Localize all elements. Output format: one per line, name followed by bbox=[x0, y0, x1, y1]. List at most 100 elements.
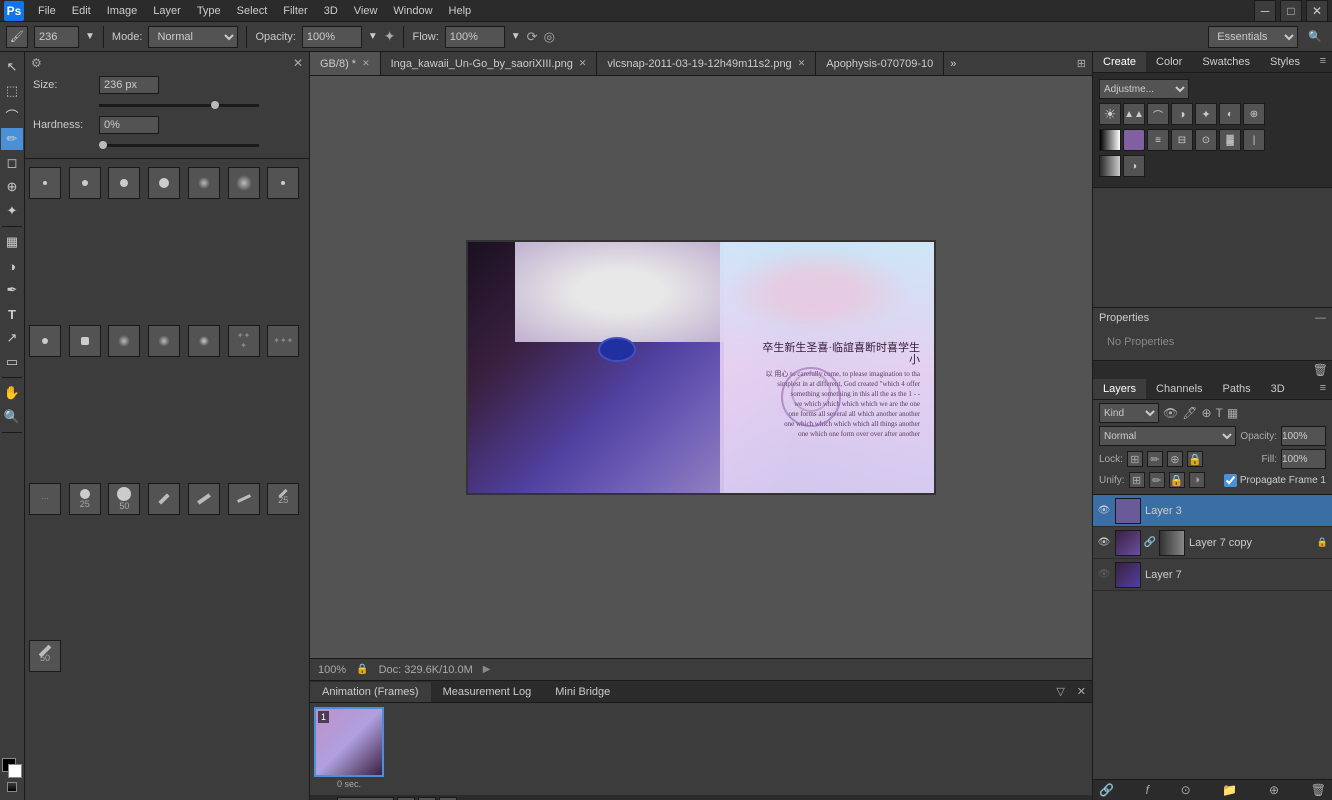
tab-measurement[interactable]: Measurement Log bbox=[431, 682, 544, 702]
tab-create[interactable]: Create bbox=[1093, 52, 1146, 72]
tab-swatches[interactable]: Swatches bbox=[1192, 52, 1260, 72]
layer-fx-btn[interactable]: f bbox=[1146, 783, 1149, 797]
tool-shape[interactable]: ▭ bbox=[1, 351, 23, 373]
create-adj-layer-btn[interactable]: ⊕ bbox=[1269, 783, 1279, 797]
unify-position-btn[interactable]: ⊞ bbox=[1129, 472, 1145, 488]
brush-preset-21[interactable]: 25 bbox=[267, 483, 299, 515]
brush-preset-20[interactable] bbox=[228, 483, 260, 515]
brush-size-input[interactable] bbox=[34, 26, 79, 48]
adj-hue-sat[interactable]: ◐ bbox=[1219, 103, 1241, 125]
layer-7-item[interactable]: 👁 Layer 7 bbox=[1093, 559, 1332, 591]
lock-position-btn[interactable]: ⊕ bbox=[1167, 451, 1183, 467]
brush-preset-16[interactable]: 25 bbox=[69, 483, 101, 515]
lock-transparent-btn[interactable]: ⊞ bbox=[1127, 451, 1143, 467]
brush-preset-2[interactable] bbox=[69, 167, 101, 199]
add-mask-btn[interactable]: ⊙ bbox=[1181, 783, 1191, 797]
opacity-dropdown[interactable]: ▼ bbox=[368, 31, 378, 42]
adj-channel-mixer[interactable]: ≡ bbox=[1147, 129, 1169, 151]
adj-levels[interactable]: ▲▲ bbox=[1123, 103, 1145, 125]
tool-zoom[interactable]: 🔍 bbox=[1, 406, 23, 428]
layer-paint-icon[interactable]: 🖊 bbox=[1182, 406, 1197, 420]
menu-3d[interactable]: 3D bbox=[316, 3, 346, 19]
delete-layer-footer-btn[interactable]: 🗑 bbox=[1311, 783, 1326, 797]
background-color[interactable] bbox=[8, 764, 22, 778]
toggle-brush-panel[interactable]: ▼ bbox=[85, 31, 95, 42]
workspace-select[interactable]: Essentials bbox=[1208, 26, 1298, 48]
fg-bg-colors[interactable] bbox=[2, 758, 22, 778]
brush-preset-5[interactable] bbox=[188, 167, 220, 199]
layer-fx-icon[interactable]: T bbox=[1216, 406, 1223, 420]
layers-panel-menu[interactable]: ≡ bbox=[1314, 379, 1332, 399]
menu-edit[interactable]: Edit bbox=[64, 3, 99, 19]
canvas-area[interactable]: 卒生新生圣喜·临誼喜断时喜学生小 以 用心 to carefully come,… bbox=[310, 76, 1092, 658]
brush-hardness-field[interactable] bbox=[99, 116, 159, 134]
brush-preset-14[interactable]: ✦✦✦ bbox=[267, 325, 299, 357]
tool-brush[interactable]: ✏ bbox=[1, 128, 23, 150]
arrange-docs[interactable]: ⊞ bbox=[1071, 54, 1092, 73]
menu-select[interactable]: Select bbox=[229, 3, 276, 19]
brush-preset-13[interactable]: ✦✦✦ bbox=[228, 325, 260, 357]
brush-preset-18[interactable] bbox=[148, 483, 180, 515]
tool-text[interactable]: T bbox=[1, 303, 23, 325]
adj-selective-color[interactable]: ◑ bbox=[1123, 155, 1145, 177]
layer-vis-icon[interactable]: 👁 bbox=[1163, 406, 1178, 420]
layer-3-visibility[interactable]: 👁 bbox=[1097, 504, 1111, 518]
propagate-frame-checkbox[interactable]: Propagate Frame 1 bbox=[1224, 474, 1326, 487]
tool-eraser[interactable]: ◻ bbox=[1, 152, 23, 174]
tool-path-select[interactable]: ↗ bbox=[1, 327, 23, 349]
adj-threshold[interactable]: | bbox=[1243, 129, 1265, 151]
tool-dodge[interactable]: ◑ bbox=[1, 255, 23, 277]
brush-preset-17[interactable]: 50 bbox=[108, 483, 140, 515]
brush-preset-4[interactable] bbox=[148, 167, 180, 199]
brush-preset-22[interactable]: 50 bbox=[29, 640, 61, 672]
menu-help[interactable]: Help bbox=[441, 3, 480, 19]
tab-color[interactable]: Color bbox=[1146, 52, 1192, 72]
menu-filter[interactable]: Filter bbox=[275, 3, 315, 19]
tab-close-1[interactable]: ✕ bbox=[579, 58, 587, 69]
adjustments-preset-select[interactable]: Adjustme... bbox=[1099, 79, 1189, 99]
brush-size-field[interactable] bbox=[99, 76, 159, 94]
tab-styles[interactable]: Styles bbox=[1260, 52, 1310, 72]
adj-curves[interactable]: ⌒ bbox=[1147, 103, 1169, 125]
layer-7-visibility[interactable]: 👁 bbox=[1097, 568, 1111, 582]
unify-paint-btn[interactable]: ✏ bbox=[1149, 472, 1165, 488]
tool-clone[interactable]: ⊕ bbox=[1, 176, 23, 198]
brush-preset-15[interactable]: ⋯ bbox=[29, 483, 61, 515]
brush-panel-close[interactable]: ✕ bbox=[293, 56, 303, 70]
tab-mini-bridge[interactable]: Mini Bridge bbox=[543, 682, 622, 702]
flow-input[interactable] bbox=[445, 26, 505, 48]
tab-apophysis[interactable]: Apophysis-070709-10 bbox=[816, 52, 944, 75]
properties-collapse[interactable]: — bbox=[1315, 312, 1326, 324]
brush-preset-19[interactable] bbox=[188, 483, 220, 515]
tool-healing[interactable]: ✦ bbox=[1, 200, 23, 222]
adj-posterize[interactable]: ▓ bbox=[1219, 129, 1241, 151]
create-group-btn[interactable]: 📁 bbox=[1222, 783, 1237, 797]
adj-invert[interactable]: ⊙ bbox=[1195, 129, 1217, 151]
tool-pen[interactable]: ✒ bbox=[1, 279, 23, 301]
menu-view[interactable]: View bbox=[346, 3, 386, 19]
brush-preset-10[interactable] bbox=[108, 325, 140, 357]
tab-layers[interactable]: Layers bbox=[1093, 379, 1146, 399]
tab-3d[interactable]: 3D bbox=[1261, 379, 1295, 399]
tab-close-0[interactable]: ✕ bbox=[362, 58, 370, 69]
adj-color-balance[interactable]: ⊕ bbox=[1243, 103, 1265, 125]
layer-blend-mode-select[interactable]: Normal bbox=[1099, 426, 1236, 446]
tool-lasso[interactable]: ⌒ bbox=[1, 104, 23, 126]
fill-input[interactable] bbox=[1281, 449, 1326, 469]
close-button[interactable]: ✕ bbox=[1306, 0, 1328, 22]
brush-preset-8[interactable] bbox=[29, 325, 61, 357]
adj-color-lookup[interactable]: ⊟ bbox=[1171, 129, 1193, 151]
adj-brightness[interactable]: ☀ bbox=[1099, 103, 1121, 125]
status-arrow[interactable]: ▶ bbox=[483, 664, 491, 675]
tool-hand[interactable]: ✋ bbox=[1, 382, 23, 404]
tab-overflow[interactable]: » bbox=[944, 54, 962, 74]
tool-gradient[interactable]: ▦ bbox=[1, 231, 23, 253]
tab-channels[interactable]: Channels bbox=[1146, 379, 1212, 399]
tab-paths[interactable]: Paths bbox=[1213, 379, 1261, 399]
adj-gradient-map[interactable] bbox=[1099, 155, 1121, 177]
opacity-input[interactable] bbox=[302, 26, 362, 48]
flow-dropdown[interactable]: ▼ bbox=[511, 31, 521, 42]
layer-filter-icon[interactable]: ▦ bbox=[1227, 406, 1238, 420]
tool-move[interactable]: ↖ bbox=[1, 56, 23, 78]
adj-photo-filter[interactable] bbox=[1123, 129, 1145, 151]
